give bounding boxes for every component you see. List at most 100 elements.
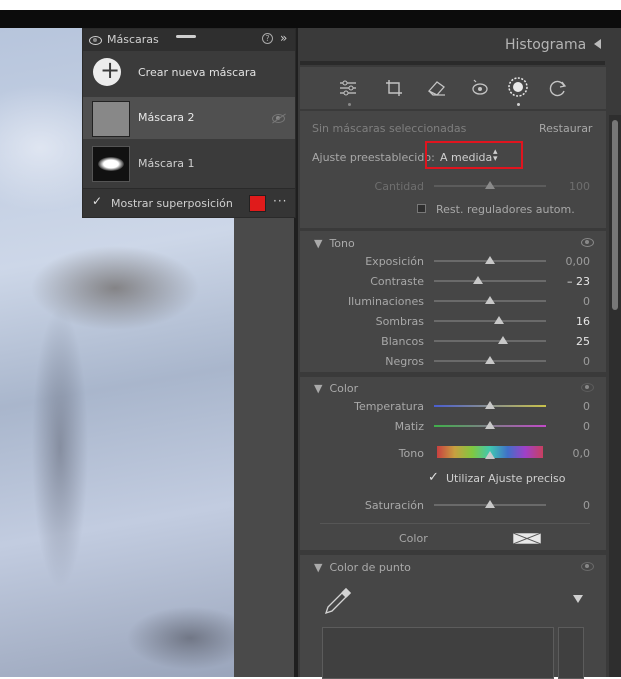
tool-strip — [300, 67, 606, 109]
temperatura-label: Temperatura — [354, 400, 424, 413]
color-punto-swatch-area[interactable] — [322, 627, 554, 679]
saturacion-thumb[interactable] — [485, 500, 495, 508]
amount-label: Cantidad — [374, 180, 424, 193]
masks-titlebar[interactable]: Máscaras ? » — [83, 29, 295, 51]
tono-slider-label: Negros — [385, 355, 424, 368]
tono-slider-value: 16 — [576, 315, 590, 328]
histogram-title: Histograma — [505, 37, 587, 53]
tono-header[interactable]: ▼ Tono — [314, 237, 355, 250]
help-icon[interactable]: ? — [262, 33, 273, 44]
mask-1-thumbnail — [92, 146, 130, 182]
preset-label: Ajuste preestablecido: — [312, 151, 435, 164]
color-punto-swatch-small[interactable] — [558, 627, 584, 679]
collapse-left-icon[interactable] — [594, 39, 601, 49]
mask-2-thumbnail — [92, 101, 130, 137]
temperatura-thumb[interactable] — [485, 401, 495, 409]
fine-adjust-checkbox[interactable]: ✓ — [428, 470, 439, 485]
tono-slider-value: 0 — [583, 295, 590, 308]
masking-icon[interactable] — [507, 76, 529, 98]
show-overlay-label: Mostrar superposición — [111, 197, 233, 210]
more-options-icon[interactable]: ··· — [273, 194, 287, 208]
tono-slider-label: Iluminaciones — [347, 295, 424, 308]
tono-title: Tono — [329, 237, 355, 250]
amount-thumb[interactable] — [485, 181, 495, 189]
color-punto-header[interactable]: ▼ Color de punto — [314, 561, 411, 574]
tono-slider-track[interactable] — [434, 280, 546, 282]
create-mask-row[interactable]: + Crear nueva máscara — [83, 53, 295, 93]
tono-slider-thumb[interactable] — [485, 256, 495, 264]
plus-icon: + — [100, 56, 121, 84]
reset-button[interactable]: Restaurar — [539, 122, 592, 135]
tono-slider-label: Blancos — [381, 335, 424, 348]
histogram-header[interactable]: Histograma — [298, 30, 621, 60]
tono-color-value: 0,0 — [572, 447, 591, 460]
histogram-strip — [300, 61, 605, 65]
color-punto-title: Color de punto — [329, 561, 411, 574]
tono-slider-label: Contraste — [370, 275, 424, 288]
auto-reset-label: Rest. reguladores autom. — [436, 203, 575, 216]
color-title: Color — [329, 382, 359, 395]
mask-item-2[interactable]: Máscara 2 — [83, 97, 295, 139]
top-bar — [0, 10, 621, 28]
dropdown-arrows-icon: ▴ ▾ — [493, 147, 498, 164]
drag-handle[interactable] — [176, 35, 196, 38]
tono-slider-thumb[interactable] — [498, 336, 508, 344]
auto-reset-checkbox[interactable] — [417, 204, 426, 213]
tono-slider-track[interactable] — [434, 320, 546, 322]
overlay-row: ✓ Mostrar superposición ··· — [83, 189, 295, 217]
amount-value: 100 — [569, 180, 590, 193]
color-swatch-label: Color — [399, 532, 428, 545]
overlay-color-swatch[interactable] — [249, 195, 266, 212]
tono-slider-label: Exposición — [365, 255, 424, 268]
color-divider — [320, 523, 590, 524]
masks-panel: Máscaras ? » + Crear nueva máscara Másca… — [82, 28, 296, 218]
preset-dropdown[interactable]: A medida — [440, 151, 492, 164]
crop-icon[interactable] — [384, 78, 404, 98]
color-swatch-icon[interactable] — [513, 533, 541, 544]
tono-slider-value: 25 — [576, 335, 590, 348]
color-punto-section: ▼ Color de punto — [300, 555, 606, 679]
tono-slider-thumb[interactable] — [473, 276, 483, 284]
active-tool-dot — [517, 103, 520, 106]
temperatura-value: 0 — [583, 400, 590, 413]
hue-thumb[interactable] — [485, 451, 495, 459]
tono-slider-value: 0,00 — [565, 255, 591, 268]
eyedropper-icon[interactable] — [322, 585, 354, 617]
color-header[interactable]: ▼ Color — [314, 382, 358, 395]
mask-item-1[interactable]: Máscara 1 — [83, 143, 295, 185]
collapse-panel-icon[interactable]: » — [280, 31, 287, 45]
color-punto-eye-icon[interactable] — [581, 562, 594, 571]
show-overlay-checkbox[interactable]: ✓ — [92, 194, 102, 208]
saturacion-value: 0 — [583, 499, 590, 512]
tono-slider-track[interactable] — [434, 340, 546, 342]
tono-slider-value: – 23 — [567, 275, 590, 288]
create-mask-label: Crear nueva máscara — [138, 66, 257, 79]
tool-dot — [348, 103, 351, 106]
eraser-icon[interactable] — [426, 78, 448, 98]
edit-sliders-icon[interactable] — [338, 79, 358, 97]
fine-adjust-label: Utilizar Ajuste preciso — [446, 472, 566, 485]
tono-slider-label: Sombras — [375, 315, 424, 328]
tono-slider-thumb[interactable] — [485, 356, 495, 364]
tono-slider-thumb[interactable] — [494, 316, 504, 324]
masks-title: Máscaras — [107, 33, 159, 46]
color-punto-dropdown-icon[interactable] — [573, 595, 583, 603]
matiz-thumb[interactable] — [485, 421, 495, 429]
tono-slider-thumb[interactable] — [485, 296, 495, 304]
tono-color-label: Tono — [398, 447, 424, 460]
tono-slider-value: 0 — [583, 355, 590, 368]
saturacion-label: Saturación — [364, 499, 424, 512]
matiz-value: 0 — [583, 420, 590, 433]
mask-2-label: Máscara 2 — [138, 111, 195, 124]
tono-eye-icon[interactable] — [581, 238, 594, 247]
scrollbar-thumb[interactable] — [612, 120, 618, 310]
matiz-label: Matiz — [394, 420, 424, 433]
mask-1-label: Máscara 1 — [138, 157, 195, 170]
tono-section: ▼ Tono Exposición 0,00 Contraste – 23 Ilumin… — [300, 231, 606, 372]
presets-icon[interactable] — [548, 78, 568, 98]
masks-eye-icon[interactable] — [89, 36, 102, 45]
color-section: ▼ Color Temperatura 0 Matiz 0 Tono 0,0 ✓… — [300, 377, 606, 550]
red-eye-icon[interactable] — [470, 77, 490, 97]
color-eye-icon[interactable] — [581, 383, 594, 392]
no-masks-label: Sin máscaras seleccionadas — [312, 122, 467, 135]
